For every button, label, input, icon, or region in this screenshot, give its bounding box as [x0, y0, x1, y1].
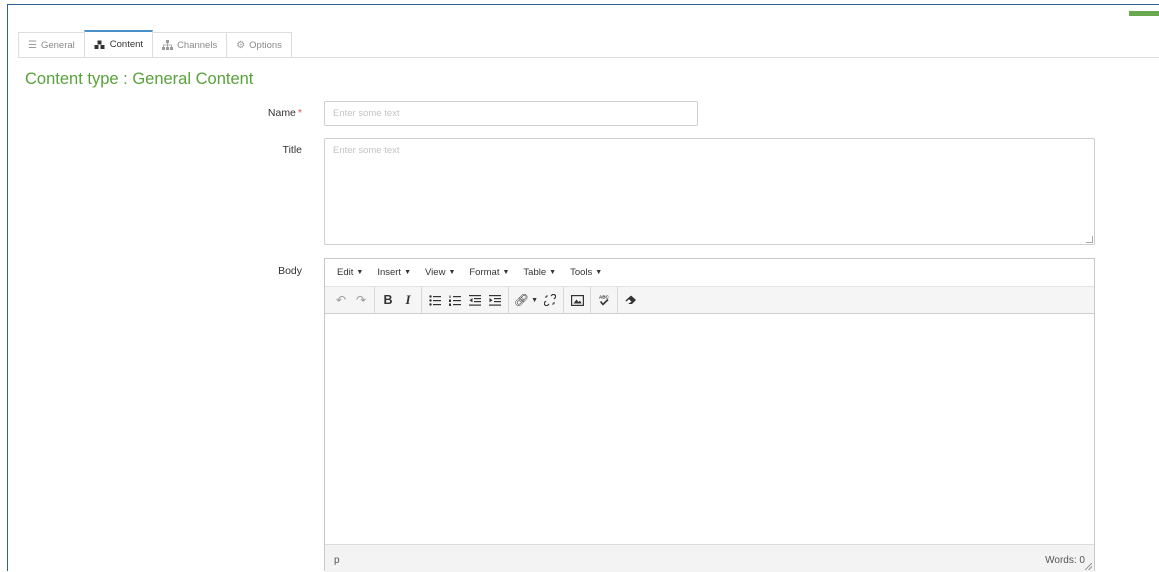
name-label-wrap: Name *	[182, 107, 302, 119]
list-group	[422, 287, 509, 313]
editor-toolbar: ↶ ↷ B I 🔗︎ ▼ ABC	[325, 287, 1094, 314]
cogs-icon: ⚙	[236, 39, 246, 51]
bullet-list-icon[interactable]	[425, 290, 445, 310]
tab-general-label: General	[40, 39, 75, 51]
cubes-icon	[94, 40, 106, 50]
caret-down-icon: ▼	[404, 269, 412, 276]
editor-statusbar: p Words: 0	[325, 544, 1094, 572]
element-path[interactable]: p	[334, 555, 340, 566]
body-rich-text-editor: Edit ▼ Insert ▼ View ▼ Format ▼ Table ▼ Tools…	[324, 258, 1095, 572]
tab-channels[interactable]: Channels	[152, 32, 228, 57]
eraser-icon[interactable]	[621, 290, 641, 310]
svg-text:ABC: ABC	[599, 295, 609, 300]
word-count: Words: 0	[1045, 555, 1085, 566]
clear-format-group	[618, 287, 644, 313]
tab-options-label: Options	[249, 39, 282, 51]
redo-icon[interactable]: ↷	[351, 290, 371, 310]
menu-tools[interactable]: Tools ▼	[563, 267, 609, 278]
title-label: Title	[282, 144, 302, 156]
caret-down-icon: ▼	[448, 269, 456, 276]
image-group	[564, 287, 591, 313]
link-icon[interactable]: 🔗︎ ▼	[512, 290, 540, 310]
unlink-icon[interactable]	[540, 290, 560, 310]
menu-insert[interactable]: Insert ▼	[370, 267, 418, 278]
link-group: 🔗︎ ▼	[509, 287, 564, 313]
editor-resize-handle[interactable]	[1085, 563, 1092, 570]
tab-bar: ☰ General Content Channels ⚙ Options	[18, 30, 292, 58]
name-input[interactable]	[324, 101, 698, 126]
caret-down-icon: ▼	[356, 269, 364, 276]
tab-content-label: Content	[109, 39, 144, 50]
menu-format[interactable]: Format ▼	[462, 267, 516, 278]
indent-icon[interactable]	[485, 290, 505, 310]
tab-content[interactable]: Content	[83, 30, 154, 57]
required-marker: *	[297, 107, 302, 119]
title-resize-handle[interactable]	[1086, 236, 1093, 243]
caret-down-icon: ▼	[502, 269, 510, 276]
menu-view[interactable]: View ▼	[418, 267, 462, 278]
tab-channels-label: Channels	[177, 39, 218, 51]
image-icon[interactable]	[567, 290, 587, 310]
tab-options[interactable]: ⚙ Options	[226, 32, 292, 57]
editor-content-area[interactable]	[325, 314, 1094, 544]
name-label: Name	[267, 107, 296, 119]
format-group: B I	[375, 287, 422, 313]
caret-down-icon: ▼	[595, 269, 603, 276]
numbered-list-icon[interactable]	[445, 290, 465, 310]
title-textarea[interactable]	[324, 138, 1095, 245]
italic-icon[interactable]: I	[398, 290, 418, 310]
undo-icon[interactable]: ↶	[331, 290, 351, 310]
sitemap-icon	[162, 40, 174, 50]
bold-icon[interactable]: B	[378, 290, 398, 310]
outdent-icon[interactable]	[465, 290, 485, 310]
sliders-icon: ☰	[28, 39, 37, 51]
content-type-title: Content type : General Content	[25, 70, 254, 88]
menu-table[interactable]: Table ▼	[516, 267, 563, 278]
spellcheck-group: ABC	[591, 287, 618, 313]
tab-general[interactable]: ☰ General	[18, 32, 85, 57]
tab-bar-divider	[18, 57, 1159, 58]
history-group: ↶ ↷	[328, 287, 375, 313]
caret-down-icon: ▼	[549, 269, 557, 276]
body-label: Body	[278, 265, 302, 277]
accent-bar	[1129, 11, 1159, 16]
menu-edit[interactable]: Edit ▼	[330, 267, 370, 278]
spellcheck-icon[interactable]: ABC	[594, 290, 614, 310]
editor-menubar: Edit ▼ Insert ▼ View ▼ Format ▼ Table ▼ Tools…	[325, 259, 1094, 287]
